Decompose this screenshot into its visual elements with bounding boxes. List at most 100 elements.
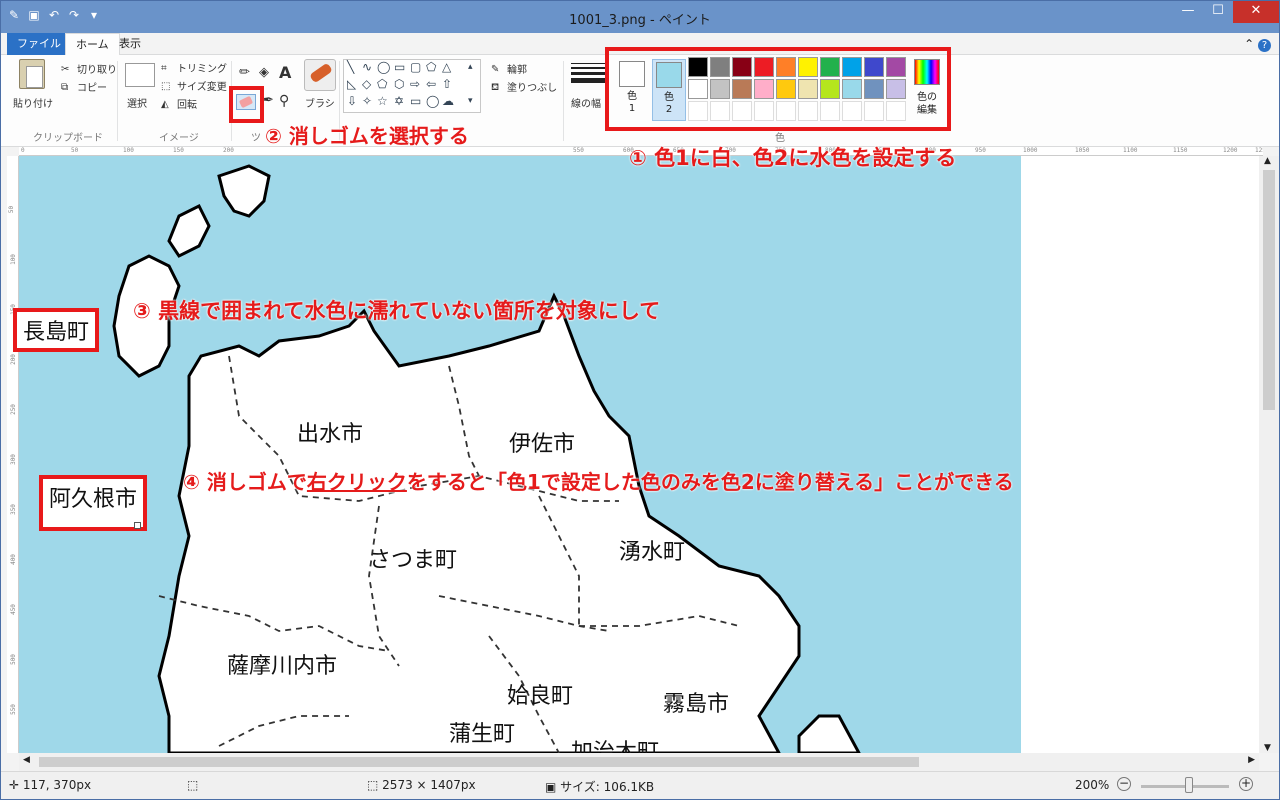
crop-icon: ⌗ — [161, 63, 167, 74]
brushes-button[interactable]: ブラシ — [305, 95, 335, 110]
star4-shape-icon[interactable]: ✧ — [362, 94, 372, 108]
down-arrow-shape-icon[interactable]: ⇩ — [347, 94, 357, 108]
clipboard-icon[interactable] — [19, 59, 45, 89]
horizontal-scrollbar[interactable]: ◀ ▶ — [19, 753, 1259, 771]
ruler-tick-label: 950 — [975, 147, 986, 154]
fill-icon[interactable]: ◈ — [259, 65, 269, 80]
scroll-down-icon[interactable]: ▾ — [468, 96, 473, 106]
righttriangle-shape-icon[interactable]: ◺ — [347, 77, 356, 91]
divider — [563, 61, 564, 141]
ruler-tick-label: 250 — [9, 404, 17, 415]
star6-shape-icon[interactable]: ✡ — [394, 94, 404, 108]
annotation-step3: ③ 黒線で囲まれて水色に濡れていない箇所を対象にして — [133, 299, 661, 323]
star5-shape-icon[interactable]: ☆ — [377, 94, 388, 108]
minimize-button[interactable]: — — [1173, 1, 1203, 23]
line-width-button[interactable]: 線の幅 — [571, 95, 601, 110]
scroll-up-icon[interactable]: ▴ — [468, 62, 473, 72]
tab-file[interactable]: ファイル — [7, 33, 71, 55]
zoom-level: 200% — [1075, 778, 1110, 792]
ruler-tick-label: 1100 — [1123, 147, 1138, 154]
cursor-position: ✛ 117, 370px — [9, 778, 92, 792]
close-button[interactable]: ✕ — [1233, 1, 1279, 23]
vertical-scroll-thumb[interactable] — [1263, 170, 1275, 410]
town-label-satsuma: さつま町 — [369, 548, 458, 573]
maximize-button[interactable]: ☐ — [1203, 1, 1233, 23]
zoom-slider-thumb[interactable] — [1185, 777, 1193, 793]
oval-shape-icon[interactable]: ◯ — [377, 60, 390, 74]
rotate-icon: ◭ — [161, 99, 169, 110]
left-arrow-shape-icon[interactable]: ⇦ — [426, 77, 436, 91]
ruler-tick-label: 150 — [173, 147, 184, 154]
select-button[interactable]: 選択 — [127, 95, 147, 110]
shapes-gallery[interactable]: ╲ ∿ ◯ ▭ ▢ ⬠ △ ◺ ◇ ⬠ ⬡ ⇨ ⇦ ⇧ ⇩ ✧ ☆ ✡ ▭ ◯ … — [343, 59, 481, 113]
ruler-tick-label: 50 — [8, 205, 16, 214]
horizontal-scroll-thumb[interactable] — [39, 757, 919, 767]
pentagon-shape-icon[interactable]: ⬠ — [377, 77, 387, 91]
ruler-tick-label: 200 — [223, 147, 234, 154]
town-label-akune: 阿久根市 — [39, 475, 148, 531]
magnifier-icon[interactable]: ⚲ — [279, 93, 289, 109]
brush-icon[interactable] — [304, 59, 336, 91]
line-shape-icon[interactable]: ╲ — [347, 60, 354, 74]
outline-icon: ✎ — [491, 64, 500, 75]
scroll-up-arrow-icon[interactable]: ▲ — [1264, 156, 1271, 166]
rect-shape-icon[interactable]: ▭ — [394, 60, 405, 74]
callout-oval-shape-icon[interactable]: ◯ — [426, 94, 439, 108]
hexagon-shape-icon[interactable]: ⬡ — [394, 77, 404, 91]
fill-shape-button[interactable]: ⛾ 塗りつぶし — [491, 79, 557, 94]
zoom-in-button[interactable]: + — [1239, 777, 1253, 791]
scroll-left-arrow-icon[interactable]: ◀ — [23, 755, 30, 765]
crop-button[interactable]: ⌗ トリミング — [161, 60, 227, 75]
text-tool-button[interactable]: A — [279, 63, 291, 82]
tools-group-label: ツ — [251, 133, 261, 144]
help-icon[interactable]: ⌃ ? — [1244, 37, 1271, 52]
town-label-kajiki: 加治木町 — [571, 740, 660, 753]
canvas-white-area[interactable] — [1021, 156, 1259, 753]
roundrect-shape-icon[interactable]: ▢ — [410, 60, 421, 74]
curve-shape-icon[interactable]: ∿ — [362, 60, 372, 74]
paste-button[interactable]: 貼り付け — [13, 95, 53, 110]
callout-rect-shape-icon[interactable]: ▭ — [410, 94, 421, 108]
ruler-tick-label: 450 — [9, 604, 17, 615]
scroll-down-arrow-icon[interactable]: ▼ — [1264, 743, 1271, 753]
annotation-step2: ② 消しゴムを選択する — [265, 124, 469, 148]
copy-button[interactable]: ⧉ コピー — [61, 79, 107, 94]
select-icon[interactable] — [125, 63, 155, 87]
scroll-right-arrow-icon[interactable]: ▶ — [1248, 755, 1255, 765]
pencil-icon[interactable]: ✏ — [239, 65, 250, 80]
line-width-icon[interactable] — [571, 63, 607, 86]
up-arrow-shape-icon[interactable]: ⇧ — [442, 77, 452, 91]
ruler-tick-label: 400 — [9, 554, 17, 565]
town-label-satsumasendai: 薩摩川内市 — [227, 654, 338, 679]
triangle-shape-icon[interactable]: △ — [442, 60, 451, 74]
title-bar: ✎ ▣ ↶ ↷ ▾ 1001_3.png - ペイント — ☐ ✕ — [1, 1, 1279, 33]
town-label-yusui: 湧水町 — [619, 540, 686, 565]
diamond-shape-icon[interactable]: ◇ — [362, 77, 371, 91]
colors-highlight — [605, 47, 951, 131]
outline-button[interactable]: ✎ 輪郭 — [491, 61, 527, 76]
zoom-out-button[interactable]: − — [1117, 777, 1131, 791]
ruler-tick-label: 300 — [9, 454, 17, 465]
resize-button[interactable]: ⬚ サイズ変更 — [161, 78, 227, 93]
vertical-ruler: 50100150200250300350400450500550 — [7, 156, 19, 753]
copy-icon: ⧉ — [61, 82, 69, 93]
ruler-tick-label: 1250 — [1255, 147, 1263, 154]
callout-cloud-shape-icon[interactable]: ☁ — [442, 94, 454, 108]
cut-button[interactable]: ✂ 切り取り — [61, 61, 117, 76]
canvas-area[interactable]: 出水市 伊佐市 さつま町 湧水町 薩摩川内市 姶良町 霧島市 蒲生町 加治木町 — [19, 156, 1259, 753]
rotate-button[interactable]: ◭ 回転 — [161, 96, 197, 111]
right-arrow-shape-icon[interactable]: ⇨ — [410, 77, 420, 91]
tab-view[interactable]: 表示 — [109, 33, 151, 55]
selection-size-icon: ⬚ — [187, 778, 199, 792]
town-label-aira: 姶良町 — [507, 684, 574, 709]
bucket-icon: ⛾ — [491, 82, 500, 93]
resize-icon: ⬚ — [161, 81, 171, 92]
vertical-scrollbar[interactable]: ▲ ▼ — [1259, 156, 1279, 753]
town-label-isa: 伊佐市 — [509, 432, 576, 457]
polygon-shape-icon[interactable]: ⬠ — [426, 60, 436, 74]
eraser-highlight — [229, 86, 264, 123]
ruler-tick-label: 1000 — [1023, 147, 1038, 154]
canvas[interactable]: 出水市 伊佐市 さつま町 湧水町 薩摩川内市 姶良町 霧島市 蒲生町 加治木町 — [19, 156, 1021, 753]
ruler-tick-label: 350 — [9, 504, 17, 515]
color-picker-icon[interactable]: ✒ — [263, 93, 274, 108]
